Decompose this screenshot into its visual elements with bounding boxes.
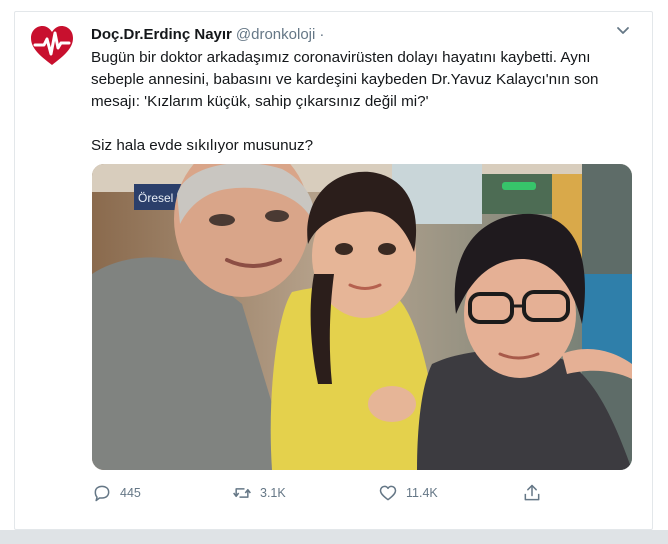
photo-sign-text: Öresel [138, 191, 173, 205]
avatar[interactable] [27, 21, 77, 71]
reply-icon [94, 485, 110, 502]
heart-icon [379, 485, 397, 501]
reply-count: 445 [120, 486, 141, 500]
heart-ekg-logo-icon [31, 26, 73, 65]
photo-illustration: Öresel [92, 164, 632, 470]
retweet-icon [233, 488, 251, 498]
separator: · [319, 26, 325, 43]
retweet-button[interactable]: 3.1K [232, 481, 286, 505]
tweet-text-paragraph: Bugün bir doktor arkadaşımız coronavirüs… [91, 49, 599, 110]
tweet-photo[interactable]: Öresel [92, 164, 632, 470]
tweet-header: Doç.Dr.Erdinç Nayır @dronkoloji · [91, 26, 324, 44]
share-icon [524, 484, 540, 501]
reply-button[interactable]: 445 [92, 481, 141, 505]
tweet-text-paragraph: Siz hala evde sıkılıyor musunuz? [91, 137, 314, 154]
like-count: 11.4K [406, 486, 438, 500]
retweet-count: 3.1K [260, 486, 286, 500]
tweet-actions: 445 3.1K 11.4K [92, 481, 632, 505]
tweet-text: Bugün bir doktor arkadaşımız coronavirüs… [91, 47, 621, 157]
share-button[interactable] [522, 481, 550, 505]
chevron-down-icon [617, 27, 629, 34]
like-button[interactable]: 11.4K [378, 481, 438, 505]
tweet-menu-button[interactable] [614, 22, 632, 40]
author-name[interactable]: Doç.Dr.Erdinç Nayır [91, 26, 232, 43]
author-handle[interactable]: @dronkoloji [236, 26, 315, 43]
page-footer-strip [0, 530, 668, 544]
